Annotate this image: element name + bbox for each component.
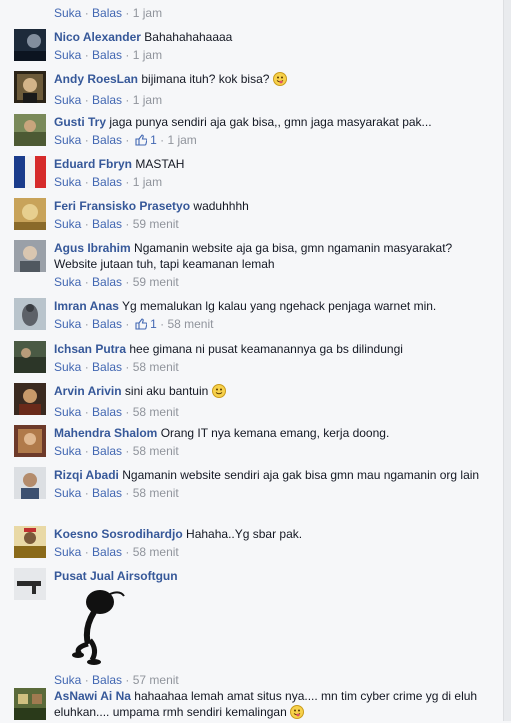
comment-text: jaga punya sendiri aja gak bisa,, gmn ja… — [109, 115, 432, 129]
thumbs-up-icon[interactable] — [135, 318, 148, 334]
timestamp[interactable]: 1 jam — [133, 6, 162, 20]
like-link[interactable]: Suka — [54, 175, 81, 189]
comment-text: Bahahahahaaaa — [144, 30, 233, 44]
avatar[interactable] — [14, 568, 46, 600]
like-link[interactable]: Suka — [54, 275, 81, 289]
avatar[interactable] — [14, 298, 46, 330]
like-link[interactable]: Suka — [54, 486, 81, 500]
avatar[interactable] — [14, 425, 46, 457]
reply-link[interactable]: Balas — [92, 93, 122, 107]
comment-text: Hahaha..Yg sbar pak. — [186, 527, 303, 541]
reply-link[interactable]: Balas — [92, 673, 122, 687]
comment-author[interactable]: Koesno Sosrodihardjo — [54, 527, 183, 541]
like-link[interactable]: Suka — [54, 673, 81, 687]
reply-link[interactable]: Balas — [92, 133, 122, 147]
thumbs-up-icon[interactable] — [135, 134, 148, 150]
timestamp[interactable]: 1 jam — [133, 93, 162, 107]
comment-author[interactable]: Nico Alexander — [54, 30, 141, 44]
like-link[interactable]: Suka — [54, 93, 81, 107]
like-link[interactable]: Suka — [54, 444, 81, 458]
avatar[interactable] — [14, 71, 46, 103]
reply-link[interactable]: Balas — [92, 48, 122, 62]
comment-text: MASTAH — [135, 157, 185, 171]
timestamp[interactable]: 1 jam — [133, 48, 162, 62]
comment-author[interactable]: AsNawi Ai Na — [54, 689, 131, 703]
avatar[interactable] — [14, 198, 46, 230]
like-link[interactable]: Suka — [54, 405, 81, 419]
comment-author[interactable]: Imran Anas — [54, 299, 119, 313]
comment-author[interactable]: Pusat Jual Airsoftgun — [54, 569, 178, 583]
avatar[interactable] — [14, 240, 46, 272]
like-link[interactable]: Suka — [54, 217, 81, 231]
comment-text: Yg memalukan lg kalau yang ngehack penja… — [122, 299, 437, 313]
timestamp[interactable]: 58 menit — [133, 405, 179, 419]
tongue-emoji-icon — [290, 705, 305, 723]
reply-link[interactable]: Balas — [92, 6, 122, 20]
comment-author[interactable]: Rizqi Abadi — [54, 468, 119, 482]
avatar[interactable] — [14, 688, 46, 720]
timestamp[interactable]: 58 menit — [133, 486, 179, 500]
avatar[interactable] — [14, 383, 46, 415]
timestamp[interactable]: 57 menit — [133, 673, 179, 687]
like-link[interactable]: Suka — [54, 545, 81, 559]
like-link[interactable]: Suka — [54, 133, 81, 147]
reply-link[interactable]: Balas — [92, 360, 122, 374]
comment-author[interactable]: Agus Ibrahim — [54, 241, 131, 255]
comment-text: Ngamanin website sendiri aja gak bisa gm… — [122, 468, 480, 482]
sticker-image[interactable] — [54, 588, 494, 670]
comment-text: Orang IT nya kemana emang, kerja doong. — [160, 426, 390, 440]
like-count[interactable]: 1 — [150, 317, 157, 331]
reply-link[interactable]: Balas — [92, 444, 122, 458]
comment-author[interactable]: Feri Fransisko Prasetyo — [54, 199, 190, 213]
tongue-emoji-icon — [272, 72, 287, 90]
timestamp[interactable]: 59 menit — [133, 217, 179, 231]
avatar[interactable] — [14, 156, 46, 188]
scrollbar-track[interactable] — [503, 0, 511, 721]
timestamp[interactable]: 1 jam — [167, 133, 196, 147]
reply-link[interactable]: Balas — [92, 545, 122, 559]
comment-text: sini aku bantuin — [124, 384, 209, 398]
avatar[interactable] — [14, 526, 46, 558]
reply-link[interactable]: Balas — [92, 275, 122, 289]
comment-author[interactable]: Gusti Try — [54, 115, 106, 129]
comment-text: bijimana ituh? kok bisa? — [141, 72, 270, 86]
timestamp[interactable]: 58 menit — [133, 545, 179, 559]
like-link[interactable]: Suka — [54, 317, 81, 331]
comment-text: waduhhhh — [193, 199, 249, 213]
comment-author[interactable]: Arvin Arivin — [54, 384, 122, 398]
reply-link[interactable]: Balas — [92, 217, 122, 231]
timestamp[interactable]: 58 menit — [133, 360, 179, 374]
avatar[interactable] — [14, 29, 46, 61]
reply-link[interactable]: Balas — [92, 175, 122, 189]
smile-emoji-icon — [211, 384, 226, 402]
comment-author[interactable]: Ichsan Putra — [54, 342, 126, 356]
comment-author[interactable]: Andy RoesLan — [54, 72, 138, 86]
like-count[interactable]: 1 — [150, 133, 157, 147]
comment-text: hee gimana ni pusat keamanannya ga bs di… — [129, 342, 403, 356]
timestamp[interactable]: 1 jam — [133, 175, 162, 189]
avatar[interactable] — [14, 114, 46, 146]
like-link[interactable]: Suka — [54, 6, 81, 20]
comment-author[interactable]: Eduard Fbryn — [54, 157, 132, 171]
avatar[interactable] — [14, 341, 46, 373]
like-link[interactable]: Suka — [54, 48, 81, 62]
avatar[interactable] — [14, 467, 46, 499]
reply-link[interactable]: Balas — [92, 405, 122, 419]
reply-link[interactable]: Balas — [92, 486, 122, 500]
timestamp[interactable]: 58 menit — [167, 317, 213, 331]
like-link[interactable]: Suka — [54, 360, 81, 374]
reply-link[interactable]: Balas — [92, 317, 122, 331]
timestamp[interactable]: 59 menit — [133, 275, 179, 289]
timestamp[interactable]: 58 menit — [133, 444, 179, 458]
comment-author[interactable]: Mahendra Shalom — [54, 426, 157, 440]
